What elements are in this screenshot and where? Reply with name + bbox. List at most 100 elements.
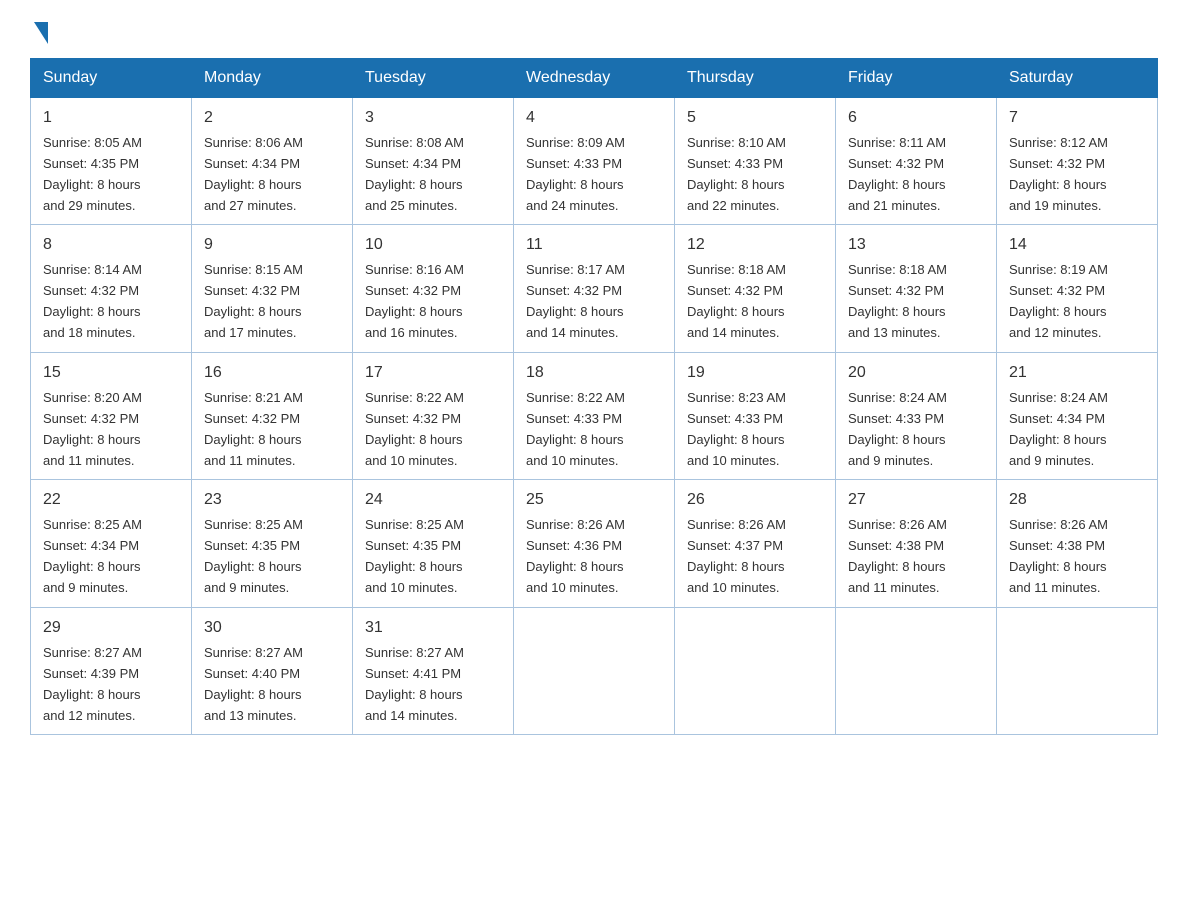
calendar-cell: 17 Sunrise: 8:22 AMSunset: 4:32 PMDaylig… [353,352,514,479]
day-number: 11 [526,233,662,258]
day-info: Sunrise: 8:12 AMSunset: 4:32 PMDaylight:… [1009,135,1108,213]
day-number: 15 [43,361,179,386]
day-info: Sunrise: 8:22 AMSunset: 4:33 PMDaylight:… [526,390,625,468]
weekday-header-wednesday: Wednesday [514,59,675,98]
day-info: Sunrise: 8:24 AMSunset: 4:33 PMDaylight:… [848,390,947,468]
calendar-cell: 14 Sunrise: 8:19 AMSunset: 4:32 PMDaylig… [997,225,1158,352]
day-number: 31 [365,616,501,641]
calendar-week-row-2: 8 Sunrise: 8:14 AMSunset: 4:32 PMDayligh… [31,225,1158,352]
day-info: Sunrise: 8:14 AMSunset: 4:32 PMDaylight:… [43,262,142,340]
day-number: 21 [1009,361,1145,386]
day-info: Sunrise: 8:25 AMSunset: 4:35 PMDaylight:… [365,517,464,595]
day-info: Sunrise: 8:25 AMSunset: 4:34 PMDaylight:… [43,517,142,595]
calendar-cell: 19 Sunrise: 8:23 AMSunset: 4:33 PMDaylig… [675,352,836,479]
calendar-cell: 4 Sunrise: 8:09 AMSunset: 4:33 PMDayligh… [514,98,675,225]
day-number: 3 [365,106,501,131]
calendar-cell: 22 Sunrise: 8:25 AMSunset: 4:34 PMDaylig… [31,480,192,607]
weekday-header-sunday: Sunday [31,59,192,98]
page-header [30,20,1158,38]
day-number: 20 [848,361,984,386]
day-number: 17 [365,361,501,386]
day-info: Sunrise: 8:25 AMSunset: 4:35 PMDaylight:… [204,517,303,595]
day-info: Sunrise: 8:09 AMSunset: 4:33 PMDaylight:… [526,135,625,213]
day-number: 23 [204,488,340,513]
calendar-cell: 18 Sunrise: 8:22 AMSunset: 4:33 PMDaylig… [514,352,675,479]
day-info: Sunrise: 8:05 AMSunset: 4:35 PMDaylight:… [43,135,142,213]
day-info: Sunrise: 8:26 AMSunset: 4:36 PMDaylight:… [526,517,625,595]
calendar-cell: 28 Sunrise: 8:26 AMSunset: 4:38 PMDaylig… [997,480,1158,607]
calendar-week-row-3: 15 Sunrise: 8:20 AMSunset: 4:32 PMDaylig… [31,352,1158,479]
calendar-cell: 24 Sunrise: 8:25 AMSunset: 4:35 PMDaylig… [353,480,514,607]
weekday-header-row: SundayMondayTuesdayWednesdayThursdayFrid… [31,59,1158,98]
calendar-cell: 1 Sunrise: 8:05 AMSunset: 4:35 PMDayligh… [31,98,192,225]
day-info: Sunrise: 8:17 AMSunset: 4:32 PMDaylight:… [526,262,625,340]
calendar-cell: 27 Sunrise: 8:26 AMSunset: 4:38 PMDaylig… [836,480,997,607]
weekday-header-monday: Monday [192,59,353,98]
day-info: Sunrise: 8:26 AMSunset: 4:38 PMDaylight:… [1009,517,1108,595]
day-info: Sunrise: 8:27 AMSunset: 4:41 PMDaylight:… [365,645,464,723]
day-number: 24 [365,488,501,513]
day-info: Sunrise: 8:06 AMSunset: 4:34 PMDaylight:… [204,135,303,213]
calendar-table: SundayMondayTuesdayWednesdayThursdayFrid… [30,58,1158,735]
day-number: 2 [204,106,340,131]
calendar-cell: 6 Sunrise: 8:11 AMSunset: 4:32 PMDayligh… [836,98,997,225]
day-info: Sunrise: 8:20 AMSunset: 4:32 PMDaylight:… [43,390,142,468]
day-number: 6 [848,106,984,131]
weekday-header-friday: Friday [836,59,997,98]
day-info: Sunrise: 8:15 AMSunset: 4:32 PMDaylight:… [204,262,303,340]
day-number: 10 [365,233,501,258]
calendar-cell: 15 Sunrise: 8:20 AMSunset: 4:32 PMDaylig… [31,352,192,479]
day-info: Sunrise: 8:10 AMSunset: 4:33 PMDaylight:… [687,135,786,213]
weekday-header-tuesday: Tuesday [353,59,514,98]
day-info: Sunrise: 8:23 AMSunset: 4:33 PMDaylight:… [687,390,786,468]
logo [30,20,48,38]
calendar-cell: 2 Sunrise: 8:06 AMSunset: 4:34 PMDayligh… [192,98,353,225]
calendar-week-row-5: 29 Sunrise: 8:27 AMSunset: 4:39 PMDaylig… [31,607,1158,734]
calendar-cell: 7 Sunrise: 8:12 AMSunset: 4:32 PMDayligh… [997,98,1158,225]
day-info: Sunrise: 8:18 AMSunset: 4:32 PMDaylight:… [848,262,947,340]
calendar-cell: 30 Sunrise: 8:27 AMSunset: 4:40 PMDaylig… [192,607,353,734]
calendar-cell: 29 Sunrise: 8:27 AMSunset: 4:39 PMDaylig… [31,607,192,734]
day-number: 9 [204,233,340,258]
calendar-cell: 16 Sunrise: 8:21 AMSunset: 4:32 PMDaylig… [192,352,353,479]
calendar-cell: 13 Sunrise: 8:18 AMSunset: 4:32 PMDaylig… [836,225,997,352]
calendar-cell: 26 Sunrise: 8:26 AMSunset: 4:37 PMDaylig… [675,480,836,607]
calendar-cell: 31 Sunrise: 8:27 AMSunset: 4:41 PMDaylig… [353,607,514,734]
day-number: 19 [687,361,823,386]
day-number: 1 [43,106,179,131]
day-info: Sunrise: 8:21 AMSunset: 4:32 PMDaylight:… [204,390,303,468]
day-number: 16 [204,361,340,386]
logo-triangle-icon [34,22,48,44]
day-info: Sunrise: 8:08 AMSunset: 4:34 PMDaylight:… [365,135,464,213]
day-number: 22 [43,488,179,513]
day-number: 14 [1009,233,1145,258]
weekday-header-thursday: Thursday [675,59,836,98]
calendar-cell [514,607,675,734]
day-number: 27 [848,488,984,513]
calendar-week-row-4: 22 Sunrise: 8:25 AMSunset: 4:34 PMDaylig… [31,480,1158,607]
day-info: Sunrise: 8:27 AMSunset: 4:39 PMDaylight:… [43,645,142,723]
day-number: 12 [687,233,823,258]
calendar-cell [836,607,997,734]
day-number: 30 [204,616,340,641]
day-info: Sunrise: 8:22 AMSunset: 4:32 PMDaylight:… [365,390,464,468]
day-info: Sunrise: 8:19 AMSunset: 4:32 PMDaylight:… [1009,262,1108,340]
calendar-cell: 12 Sunrise: 8:18 AMSunset: 4:32 PMDaylig… [675,225,836,352]
calendar-cell: 8 Sunrise: 8:14 AMSunset: 4:32 PMDayligh… [31,225,192,352]
calendar-cell: 20 Sunrise: 8:24 AMSunset: 4:33 PMDaylig… [836,352,997,479]
calendar-cell: 5 Sunrise: 8:10 AMSunset: 4:33 PMDayligh… [675,98,836,225]
day-number: 18 [526,361,662,386]
calendar-cell: 11 Sunrise: 8:17 AMSunset: 4:32 PMDaylig… [514,225,675,352]
calendar-cell [997,607,1158,734]
day-number: 5 [687,106,823,131]
calendar-week-row-1: 1 Sunrise: 8:05 AMSunset: 4:35 PMDayligh… [31,98,1158,225]
day-info: Sunrise: 8:27 AMSunset: 4:40 PMDaylight:… [204,645,303,723]
calendar-cell [675,607,836,734]
day-number: 25 [526,488,662,513]
day-info: Sunrise: 8:11 AMSunset: 4:32 PMDaylight:… [848,135,946,213]
day-number: 29 [43,616,179,641]
day-number: 13 [848,233,984,258]
calendar-cell: 9 Sunrise: 8:15 AMSunset: 4:32 PMDayligh… [192,225,353,352]
day-number: 26 [687,488,823,513]
day-info: Sunrise: 8:16 AMSunset: 4:32 PMDaylight:… [365,262,464,340]
